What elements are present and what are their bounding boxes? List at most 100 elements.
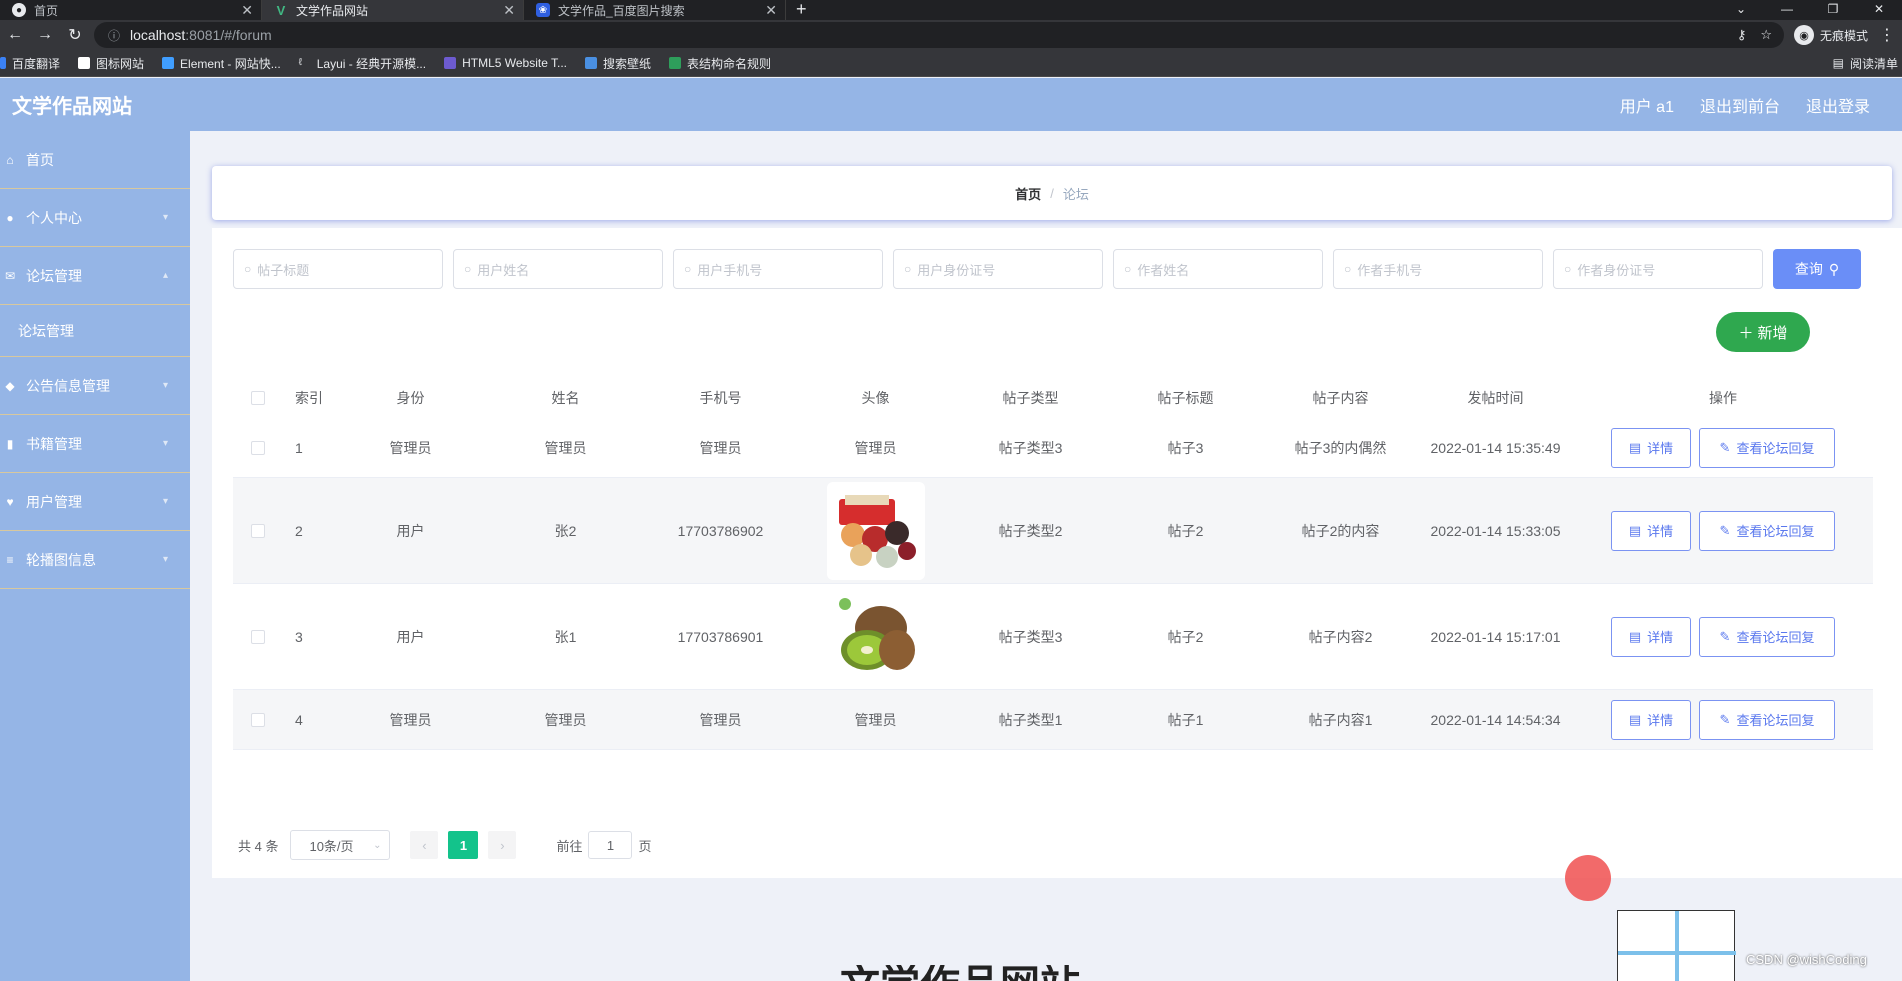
- bookmark-item[interactable]: Element - 网站快...: [162, 55, 281, 72]
- element-icon: [162, 57, 175, 69]
- back-icon[interactable]: ←: [0, 26, 30, 44]
- bookmark-item[interactable]: 图标网站: [78, 55, 144, 72]
- sidebar-item-users[interactable]: ♥ 用户管理 ▾: [0, 473, 190, 531]
- incognito-indicator[interactable]: ◉ 无痕模式: [1794, 25, 1868, 45]
- browser-tab-site[interactable]: V 文学作品网站 ✕: [262, 0, 524, 20]
- post-title-search-input[interactable]: ○ 帖子标题: [233, 249, 443, 289]
- cell-title: 帖子2: [1167, 628, 1204, 645]
- wallpaper-icon: [585, 57, 598, 69]
- prev-page-button[interactable]: ‹: [410, 831, 439, 859]
- bookmark-item[interactable]: 百度翻译: [0, 55, 60, 72]
- info-icon[interactable]: ⓘ: [108, 27, 120, 44]
- pagination-total: 共 4 条: [238, 838, 279, 854]
- layui-icon: ℓ: [298, 57, 302, 68]
- view-replies-button[interactable]: ✎ 查看论坛回复: [1699, 699, 1835, 740]
- url-field[interactable]: ⓘ localhost :8081/#/forum ⚷ ☆: [94, 22, 1784, 48]
- new-tab-button[interactable]: +: [786, 0, 817, 20]
- detail-button[interactable]: ▤ 详情: [1611, 510, 1691, 551]
- back-to-front-link[interactable]: 退出到前台: [1700, 93, 1780, 117]
- app-header: 文学作品网站 用户 a1 退出到前台 退出登录: [0, 78, 1902, 131]
- bookmark-item[interactable]: 表结构命名规则: [669, 55, 771, 72]
- sidebar-item-label: 个人中心: [26, 209, 82, 226]
- logout-link[interactable]: 退出登录: [1806, 93, 1870, 117]
- row-checkbox[interactable]: [251, 523, 265, 538]
- incognito-icon: ◉: [1794, 25, 1814, 45]
- cell-ops: ▤ 详情 ✎ 查看论坛回复: [1573, 510, 1873, 551]
- view-replies-button[interactable]: ✎ 查看论坛回复: [1699, 616, 1835, 657]
- sidebar-item-home[interactable]: ⌂ 首页: [0, 131, 190, 189]
- goto-page-input[interactable]: 1: [588, 831, 633, 859]
- row-checkbox[interactable]: [251, 712, 265, 727]
- browser-tab-baidu[interactable]: ❀ 文学作品_百度图片搜索 ✕: [524, 0, 786, 20]
- breadcrumb-home[interactable]: 首页: [1015, 184, 1041, 203]
- tab-search-icon[interactable]: ⌄: [1718, 0, 1764, 20]
- document-icon: ▤: [1628, 711, 1642, 727]
- tab-label: 文学作品_百度图片搜索: [558, 3, 685, 18]
- star-icon[interactable]: ☆: [1760, 27, 1772, 43]
- sidebar-item-carousel[interactable]: ≡ 轮播图信息 ▾: [0, 531, 190, 589]
- detail-button[interactable]: ▤ 详情: [1611, 699, 1691, 740]
- cell-content: 帖子2的内容: [1301, 522, 1380, 539]
- breadcrumb-current: 论坛: [1062, 186, 1089, 202]
- document-icon: ▤: [1628, 522, 1642, 538]
- view-replies-button[interactable]: ✎ 查看论坛回复: [1699, 510, 1835, 551]
- browser-tab-home[interactable]: ● 首页 ✕: [0, 0, 262, 20]
- cell-role: 用户: [396, 628, 425, 645]
- page-number-current[interactable]: 1: [448, 831, 479, 859]
- close-icon[interactable]: ✕: [241, 2, 253, 19]
- row-select-cell: [233, 712, 283, 727]
- cell-phone: 管理员: [699, 439, 742, 456]
- sidebar-item-label: 论坛管理: [18, 322, 74, 339]
- bottom-title: 文学作品网站: [840, 965, 1080, 981]
- author-name-search-input[interactable]: ○ 作者姓名: [1113, 249, 1323, 289]
- user-name-search-input[interactable]: ○ 用户姓名: [453, 249, 663, 289]
- close-icon[interactable]: ✕: [765, 2, 777, 19]
- add-button[interactable]: ＋ 新增: [1716, 312, 1810, 352]
- sidebar-item-profile[interactable]: ● 个人中心 ▾: [0, 189, 190, 247]
- sidebar-item-forum[interactable]: ✉ 论坛管理 ▴: [0, 247, 190, 305]
- key-icon[interactable]: ⚷: [1737, 27, 1747, 43]
- select-all-checkbox[interactable]: [251, 391, 265, 405]
- reading-list[interactable]: ▤ 阅读清单: [1833, 55, 1902, 72]
- cell-name: 管理员: [544, 711, 587, 728]
- author-phone-search-input[interactable]: ○ 作者手机号: [1333, 249, 1543, 289]
- row-checkbox[interactable]: [251, 629, 265, 644]
- minimize-icon[interactable]: —: [1764, 0, 1810, 20]
- chevron-right-icon: ›: [500, 837, 505, 853]
- next-page-button[interactable]: ›: [488, 831, 517, 859]
- user-phone-search-input[interactable]: ○ 用户手机号: [673, 249, 883, 289]
- row-select-cell: [233, 440, 283, 455]
- sidebar-item-notice[interactable]: ◆ 公告信息管理 ▾: [0, 357, 190, 415]
- bookmark-label: 搜索壁纸: [603, 56, 652, 71]
- sidebar-item-books[interactable]: ▮ 书籍管理 ▾: [0, 415, 190, 473]
- window-close-icon[interactable]: ✕: [1856, 0, 1902, 20]
- globe-icon: ●: [12, 3, 26, 17]
- pagination: 共 4 条 10条/页 ⌄ ‹ 1 › 前往 1 页: [238, 830, 652, 860]
- bookmark-item[interactable]: ℓ Layui - 经典开源模...: [299, 55, 426, 72]
- search-icon: ○: [684, 262, 692, 276]
- close-icon[interactable]: ✕: [503, 2, 515, 19]
- bookmark-label: 百度翻译: [12, 56, 61, 71]
- detail-button[interactable]: ▤ 详情: [1611, 427, 1691, 468]
- row-checkbox[interactable]: [251, 440, 265, 455]
- chevron-down-icon: ▾: [162, 496, 168, 507]
- forward-icon[interactable]: →: [30, 26, 60, 44]
- menu-kebab-icon[interactable]: ⋮: [1872, 25, 1902, 45]
- page-size-select[interactable]: 10条/页 ⌄: [290, 830, 391, 860]
- crosshair-widget: [1617, 910, 1736, 981]
- author-id-search-input[interactable]: ○ 作者身份证号: [1553, 249, 1763, 289]
- restore-icon[interactable]: ❐: [1810, 0, 1856, 20]
- user-id-search-input[interactable]: ○ 用户身份证号: [893, 249, 1103, 289]
- detail-button[interactable]: ▤ 详情: [1611, 616, 1691, 657]
- sidebar-subitem-forum-manage[interactable]: 论坛管理: [0, 305, 190, 357]
- cell-index: 4: [295, 711, 303, 728]
- site-title: 文学作品网站: [12, 96, 132, 118]
- header-content: 帖子内容: [1312, 390, 1369, 406]
- add-label: 新增: [1757, 324, 1788, 342]
- view-replies-button[interactable]: ✎ 查看论坛回复: [1699, 427, 1835, 468]
- bookmark-item[interactable]: 搜索壁纸: [585, 55, 651, 72]
- query-button[interactable]: 查询 ⚲: [1773, 249, 1861, 289]
- bookmark-item[interactable]: HTML5 Website T...: [444, 56, 567, 70]
- cell-type: 帖子类型3: [998, 628, 1063, 645]
- reload-icon[interactable]: ↻: [60, 25, 90, 45]
